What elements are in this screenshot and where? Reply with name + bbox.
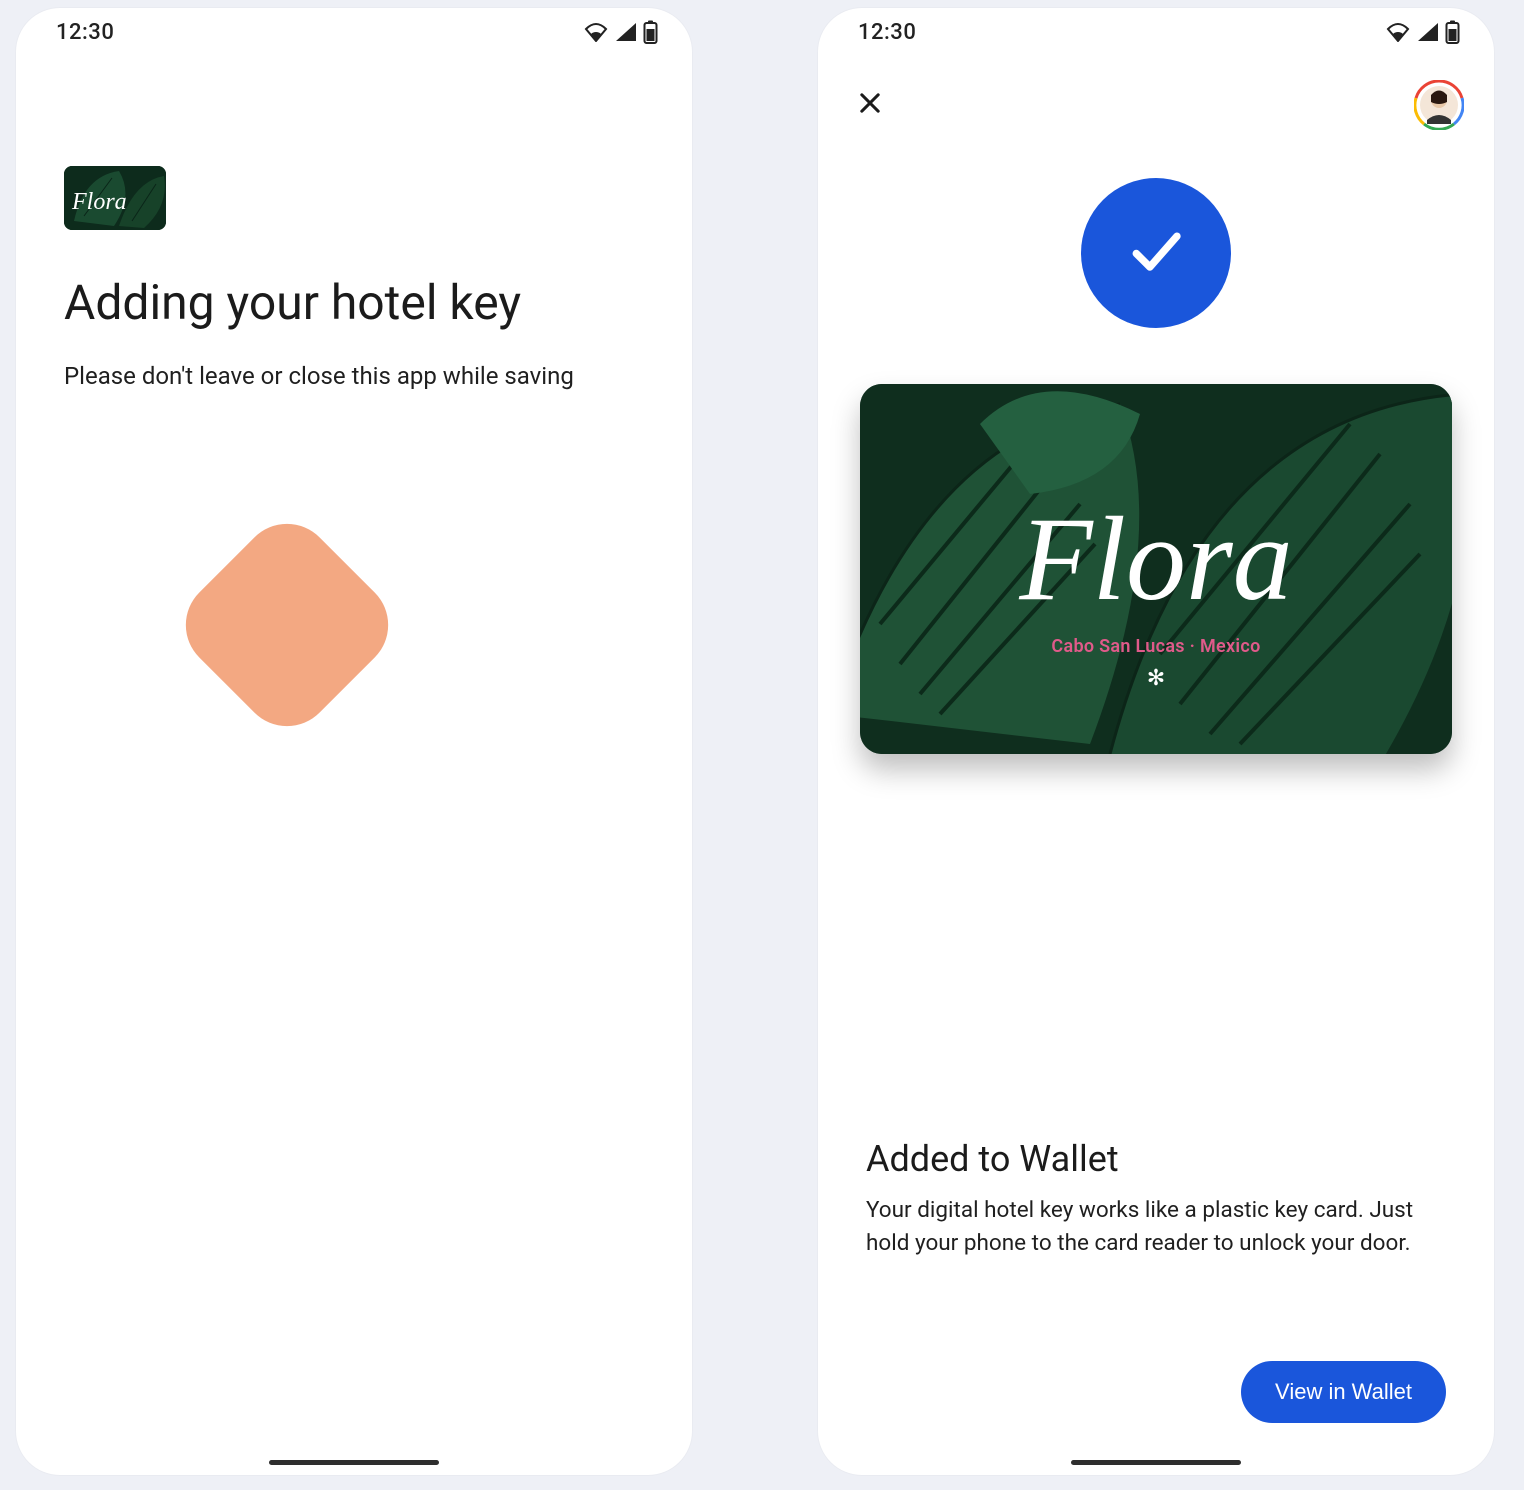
phone-frame-right: 12:30 bbox=[818, 8, 1494, 1475]
checkmark-icon bbox=[1119, 214, 1193, 292]
close-button[interactable] bbox=[848, 83, 892, 127]
status-time: 12:30 bbox=[858, 20, 916, 45]
view-in-wallet-button[interactable]: View in Wallet bbox=[1241, 1361, 1446, 1423]
loading-spinner bbox=[64, 540, 644, 710]
cellular-icon bbox=[615, 22, 637, 42]
success-checkmark-badge bbox=[1081, 178, 1231, 328]
phone-frame-left: 12:30 bbox=[16, 8, 692, 1475]
brand-name-small: Flora bbox=[72, 190, 127, 214]
page-subtitle: Please don't leave or close this app whi… bbox=[64, 362, 644, 390]
hotel-key-thumbnail: Flora bbox=[64, 166, 166, 230]
cellular-icon bbox=[1417, 22, 1439, 42]
hotel-key-card[interactable]: Flora Cabo San Lucas · Mexico ✻ bbox=[860, 384, 1452, 754]
status-icons bbox=[583, 20, 658, 44]
status-icons bbox=[1385, 20, 1460, 44]
hotel-location: Cabo San Lucas · Mexico bbox=[860, 636, 1452, 657]
wifi-icon bbox=[1385, 22, 1411, 42]
status-time: 12:30 bbox=[56, 20, 114, 45]
status-bar: 12:30 bbox=[818, 8, 1494, 56]
status-bar: 12:30 bbox=[16, 8, 692, 56]
profile-avatar[interactable] bbox=[1414, 80, 1464, 130]
page-subtitle: Your digital hotel key works like a plas… bbox=[866, 1194, 1446, 1259]
gesture-bar[interactable] bbox=[269, 1460, 439, 1465]
close-icon bbox=[856, 89, 884, 121]
brand-name: Flora bbox=[860, 499, 1452, 619]
page-title: Added to Wallet bbox=[866, 1138, 1119, 1180]
gesture-bar[interactable] bbox=[1071, 1460, 1241, 1465]
battery-icon bbox=[643, 20, 658, 44]
wifi-icon bbox=[583, 22, 609, 42]
spinner-shape-icon bbox=[166, 504, 406, 744]
battery-icon bbox=[1445, 20, 1460, 44]
page-title: Adding your hotel key bbox=[64, 274, 644, 332]
sparkle-icon: ✻ bbox=[1147, 666, 1165, 691]
